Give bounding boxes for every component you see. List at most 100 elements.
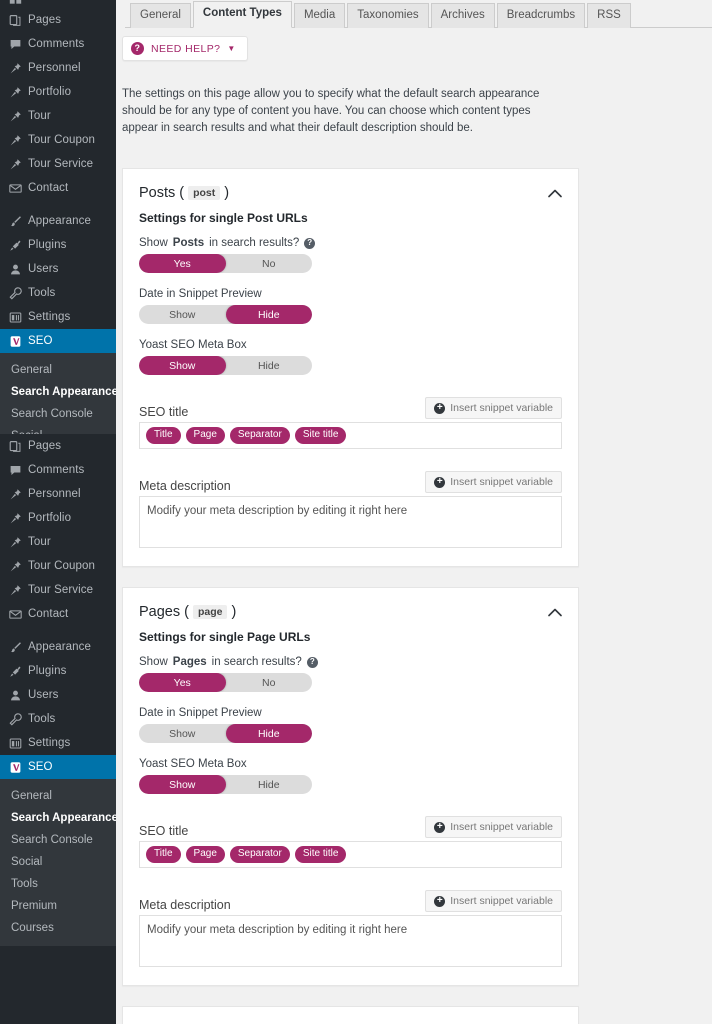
sidebar-item-settings-2[interactable]: Settings: [0, 731, 116, 755]
metabox-toggle[interactable]: Show Hide: [139, 775, 312, 794]
sidebar-item-contact[interactable]: Contact: [0, 176, 116, 200]
plug-icon: [9, 239, 27, 252]
show-in-search-toggle[interactable]: Yes No: [139, 673, 312, 692]
toggle-option-no[interactable]: No: [226, 254, 313, 273]
toggle-option-show[interactable]: Show: [139, 356, 226, 375]
sidebar-subitem-courses[interactable]: Courses: [0, 917, 116, 939]
sidebar-item-plugins-2[interactable]: Plugins: [0, 659, 116, 683]
seo-title-input[interactable]: Title Page Separator Site title: [139, 841, 562, 868]
sidebar-item-personnel-2[interactable]: Personnel: [0, 482, 116, 506]
tab-rss[interactable]: RSS: [587, 3, 631, 28]
toggle-option-hide[interactable]: Hide: [226, 775, 313, 794]
toggle-option-yes[interactable]: Yes: [139, 673, 226, 692]
help-tooltip-icon[interactable]: ?: [306, 656, 318, 668]
sidebar-subitem-tools[interactable]: Tools: [0, 873, 116, 895]
insert-snippet-variable-button[interactable]: + Insert snippet variable: [425, 890, 562, 912]
snippet-pill-title[interactable]: Title: [146, 846, 181, 863]
sidebar-item-appearance[interactable]: Appearance: [0, 209, 116, 233]
show-in-search-toggle[interactable]: Yes No: [139, 254, 312, 273]
content-type-cards: Posts ( post ) Settings for single Post …: [116, 148, 712, 1024]
toggle-option-no[interactable]: No: [226, 673, 313, 692]
sidebar-subitem-general[interactable]: General: [0, 359, 116, 381]
sidebar-subitem-general[interactable]: General: [0, 785, 116, 807]
metabox-toggle[interactable]: Show Hide: [139, 356, 312, 375]
sidebar-item-comments-2[interactable]: Comments: [0, 458, 116, 482]
sidebar-item-tour-service-2[interactable]: Tour Service: [0, 578, 116, 602]
toggle-option-yes[interactable]: Yes: [139, 254, 226, 273]
label-suffix: in search results?: [209, 237, 300, 249]
need-help-button[interactable]: ? NEED HELP? ▼: [122, 36, 248, 61]
meta-description-input[interactable]: Modify your meta description by editing …: [139, 915, 562, 967]
sidebar-item-portfolio-2[interactable]: Portfolio: [0, 506, 116, 530]
sidebar-item-personnel[interactable]: Personnel: [0, 56, 116, 80]
toggle-option-show[interactable]: Show: [139, 775, 226, 794]
sidebar-item-seo-2[interactable]: SEO: [0, 755, 116, 779]
sidebar-item-pages[interactable]: Pages: [0, 8, 116, 32]
snippet-pill-title[interactable]: Title: [146, 427, 181, 444]
sidebar-item-tools[interactable]: Tools: [0, 281, 116, 305]
tab-content-types[interactable]: Content Types: [192, 1, 292, 28]
toggle-option-hide[interactable]: Hide: [225, 724, 312, 743]
sidebar-item-contact-2[interactable]: Contact: [0, 602, 116, 626]
sidebar-item-tour-coupon[interactable]: Tour Coupon: [0, 128, 116, 152]
meta-description-input[interactable]: Modify your meta description by editing …: [139, 496, 562, 548]
sidebar-subitem-search-console[interactable]: Search Console: [0, 403, 116, 425]
label-strong: Pages: [172, 656, 207, 668]
toggle-option-hide[interactable]: Hide: [226, 356, 313, 375]
insert-snippet-variable-button[interactable]: + Insert snippet variable: [425, 471, 562, 493]
insert-snippet-variable-button[interactable]: + Insert snippet variable: [425, 816, 562, 838]
sidebar-subitem-search-appearance[interactable]: Search Appearance: [0, 381, 116, 403]
toggle-option-show[interactable]: Show: [139, 305, 226, 324]
sidebar-item-pages-2[interactable]: Pages: [0, 434, 116, 458]
insert-snippet-variable-button[interactable]: + Insert snippet variable: [425, 397, 562, 419]
help-tooltip-icon[interactable]: ?: [304, 237, 316, 249]
pin-icon: [9, 86, 27, 99]
chevron-up-icon[interactable]: [545, 183, 565, 203]
page-intro-text: The settings on this page allow you to s…: [122, 87, 540, 134]
insert-snippet-label: Insert snippet variable: [450, 402, 553, 414]
sidebar-item-label: Settings: [28, 737, 71, 749]
sidebar-item-users[interactable]: Users: [0, 257, 116, 281]
sidebar-item-users-2[interactable]: Users: [0, 683, 116, 707]
date-snippet-toggle[interactable]: Show Hide: [139, 305, 312, 324]
sidebar-item-comments[interactable]: Comments: [0, 32, 116, 56]
sidebar-subitem-search-appearance[interactable]: Search Appearance: [0, 807, 116, 829]
tab-taxonomies[interactable]: Taxonomies: [347, 3, 429, 28]
sidebar-item-clipped-top[interactable]: [0, 0, 116, 8]
sidebar-subitem-premium[interactable]: Premium: [0, 895, 116, 917]
settings-tabs: General Content Types Media Taxonomies A…: [125, 0, 712, 28]
seo-title-input[interactable]: Title Page Separator Site title: [139, 422, 562, 449]
sidebar-subitem-social[interactable]: Social: [0, 851, 116, 873]
tab-archives[interactable]: Archives: [430, 3, 495, 28]
sidebar-item-settings[interactable]: Settings: [0, 305, 116, 329]
sidebar-item-tools-2[interactable]: Tools: [0, 707, 116, 731]
snippet-pill-page[interactable]: Page: [185, 427, 225, 444]
snippet-pill-separator[interactable]: Separator: [229, 846, 290, 863]
sliders-icon: [9, 311, 27, 324]
snippet-pill-site-title[interactable]: Site title: [294, 427, 347, 444]
sidebar-subitem-search-console[interactable]: Search Console: [0, 829, 116, 851]
sidebar-item-plugins[interactable]: Plugins: [0, 233, 116, 257]
toggle-option-hide[interactable]: Hide: [225, 305, 312, 324]
chevron-up-icon[interactable]: [545, 602, 565, 622]
snippet-pill-separator[interactable]: Separator: [229, 427, 290, 444]
seo-title-head: SEO title + Insert snippet variable: [139, 395, 562, 419]
tab-media[interactable]: Media: [293, 3, 346, 28]
sidebar-item-tour-2[interactable]: Tour: [0, 530, 116, 554]
sidebar-item-tour-coupon-2[interactable]: Tour Coupon: [0, 554, 116, 578]
paren-open: (: [179, 185, 185, 201]
sidebar-item-seo[interactable]: SEO: [0, 329, 116, 353]
snippet-pill-page[interactable]: Page: [185, 846, 225, 863]
sidebar-item-appearance-2[interactable]: Appearance: [0, 635, 116, 659]
date-snippet-toggle[interactable]: Show Hide: [139, 724, 312, 743]
tab-breadcrumbs[interactable]: Breadcrumbs: [496, 3, 586, 28]
sidebar-item-tour[interactable]: Tour: [0, 104, 116, 128]
pin-icon: [9, 62, 27, 75]
snippet-pill-site-title[interactable]: Site title: [294, 846, 347, 863]
sidebar-item-tour-service[interactable]: Tour Service: [0, 152, 116, 176]
tab-general[interactable]: General: [130, 3, 191, 28]
toggle-option-show[interactable]: Show: [139, 724, 226, 743]
seo-title-head: SEO title + Insert snippet variable: [139, 814, 562, 838]
sidebar-item-portfolio[interactable]: Portfolio: [0, 80, 116, 104]
sidebar-item-label: Portfolio: [28, 512, 72, 524]
